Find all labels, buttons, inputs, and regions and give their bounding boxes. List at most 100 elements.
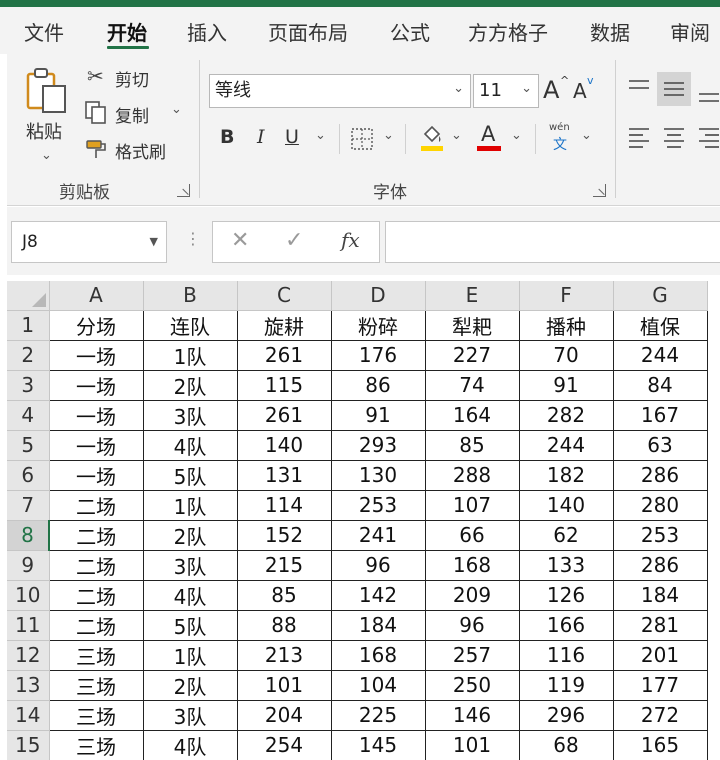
cell[interactable]: 286 xyxy=(612,549,708,581)
cell[interactable]: 280 xyxy=(612,489,708,521)
cell[interactable]: 177 xyxy=(612,669,708,701)
cell[interactable]: 101 xyxy=(424,729,520,760)
row-header[interactable]: 5 xyxy=(7,430,50,461)
cell[interactable]: 293 xyxy=(330,429,426,461)
align-top-icon[interactable] xyxy=(627,78,651,98)
cell[interactable]: 三场 xyxy=(48,639,144,671)
cell[interactable]: 一场 xyxy=(48,429,144,461)
column-header-d[interactable]: D xyxy=(331,281,426,311)
cell[interactable]: 296 xyxy=(518,699,614,731)
cell[interactable]: 91 xyxy=(330,399,426,431)
cell[interactable]: 146 xyxy=(424,699,520,731)
cell[interactable]: 1队 xyxy=(142,489,238,521)
cell[interactable]: 旋耕 xyxy=(236,309,332,341)
shrink-font-button[interactable]: A v xyxy=(573,74,599,108)
cell[interactable]: 107 xyxy=(424,489,520,521)
paste-button[interactable]: 粘贴 ⌄ xyxy=(21,64,73,168)
cell[interactable]: 一场 xyxy=(48,399,144,431)
align-right-icon[interactable] xyxy=(697,126,720,148)
cell[interactable]: 4队 xyxy=(142,429,238,461)
tab-formulas[interactable]: 公式 xyxy=(390,17,430,46)
cancel-icon[interactable]: ✕ xyxy=(231,228,249,253)
cell[interactable]: 5队 xyxy=(142,459,238,491)
cell[interactable]: 一场 xyxy=(48,339,144,371)
tab-home[interactable]: 开始 xyxy=(107,17,147,46)
select-all-corner[interactable] xyxy=(7,281,50,311)
italic-button[interactable]: I xyxy=(257,126,265,148)
cell[interactable]: 119 xyxy=(518,669,614,701)
cell[interactable]: 分场 xyxy=(48,309,144,341)
cell[interactable]: 62 xyxy=(518,519,614,551)
tab-ffcell[interactable]: 方方格子 xyxy=(468,17,548,46)
cell[interactable]: 250 xyxy=(424,669,520,701)
cut-button[interactable]: ✂ 剪切 xyxy=(87,64,177,92)
cell[interactable]: 281 xyxy=(612,609,708,641)
font-color-button[interactable]: A xyxy=(477,122,503,154)
row-header[interactable]: 7 xyxy=(7,490,50,521)
cell[interactable]: 131 xyxy=(236,459,332,491)
cell[interactable]: 4队 xyxy=(142,579,238,611)
cell[interactable]: 96 xyxy=(330,549,426,581)
cell[interactable]: 104 xyxy=(330,669,426,701)
align-center-icon[interactable] xyxy=(662,126,686,148)
border-dropdown-icon[interactable]: ⌄ xyxy=(383,128,394,143)
font-name-select[interactable]: 等线 ⌄ xyxy=(209,74,471,108)
cell[interactable]: 261 xyxy=(236,399,332,431)
column-header-c[interactable]: C xyxy=(237,281,332,311)
cell[interactable]: 253 xyxy=(330,489,426,521)
enter-check-icon[interactable]: ✓ xyxy=(285,228,303,253)
cell[interactable]: 126 xyxy=(518,579,614,611)
underline-button[interactable]: U xyxy=(285,126,299,148)
cell[interactable]: 三场 xyxy=(48,669,144,701)
cell[interactable]: 241 xyxy=(330,519,426,551)
cell[interactable]: 一场 xyxy=(48,459,144,491)
cell[interactable]: 145 xyxy=(330,729,426,760)
cell[interactable]: 二场 xyxy=(48,549,144,581)
cell[interactable]: 168 xyxy=(330,639,426,671)
cell[interactable]: 142 xyxy=(330,579,426,611)
cell[interactable]: 3队 xyxy=(142,549,238,581)
cell[interactable]: 66 xyxy=(424,519,520,551)
row-header[interactable]: 14 xyxy=(7,700,50,731)
cell[interactable]: 96 xyxy=(424,609,520,641)
tab-data[interactable]: 数据 xyxy=(590,17,630,46)
cell[interactable]: 201 xyxy=(612,639,708,671)
cell[interactable]: 272 xyxy=(612,699,708,731)
cell[interactable]: 70 xyxy=(518,339,614,371)
cell[interactable]: 140 xyxy=(236,429,332,461)
cell[interactable]: 2队 xyxy=(142,369,238,401)
cell[interactable]: 253 xyxy=(612,519,708,551)
cell[interactable]: 三场 xyxy=(48,699,144,731)
border-icon[interactable] xyxy=(351,128,373,150)
copy-button[interactable]: 复制 ⌄ xyxy=(85,100,195,128)
column-header-e[interactable]: E xyxy=(425,281,520,311)
row-header[interactable]: 10 xyxy=(7,580,50,611)
cell[interactable]: 133 xyxy=(518,549,614,581)
clipboard-launcher-icon[interactable] xyxy=(177,184,190,197)
cell[interactable]: 91 xyxy=(518,369,614,401)
row-header[interactable]: 3 xyxy=(7,370,50,401)
cell[interactable]: 167 xyxy=(612,399,708,431)
column-header-a[interactable]: A xyxy=(49,281,144,311)
tab-file[interactable]: 文件 xyxy=(24,17,64,46)
more-options-icon[interactable]: ⋮ xyxy=(185,229,201,248)
fill-color-dropdown-icon[interactable]: ⌄ xyxy=(451,128,462,143)
cell[interactable]: 3队 xyxy=(142,699,238,731)
cell[interactable]: 连队 xyxy=(142,309,238,341)
formula-input[interactable] xyxy=(385,221,720,263)
font-color-dropdown-icon[interactable]: ⌄ xyxy=(511,128,522,143)
row-header[interactable]: 6 xyxy=(7,460,50,491)
insert-function-button[interactable]: fx xyxy=(341,228,360,252)
cell[interactable]: 257 xyxy=(424,639,520,671)
cell[interactable]: 犁耙 xyxy=(424,309,520,341)
row-header[interactable]: 11 xyxy=(7,610,50,641)
cell[interactable]: 85 xyxy=(424,429,520,461)
cell[interactable]: 209 xyxy=(424,579,520,611)
cell[interactable]: 一场 xyxy=(48,369,144,401)
cell[interactable]: 130 xyxy=(330,459,426,491)
cell[interactable]: 165 xyxy=(612,729,708,760)
cell[interactable]: 三场 xyxy=(48,729,144,760)
cell[interactable]: 225 xyxy=(330,699,426,731)
cell[interactable]: 2队 xyxy=(142,519,238,551)
name-box[interactable]: J8 ▼ xyxy=(11,221,167,263)
